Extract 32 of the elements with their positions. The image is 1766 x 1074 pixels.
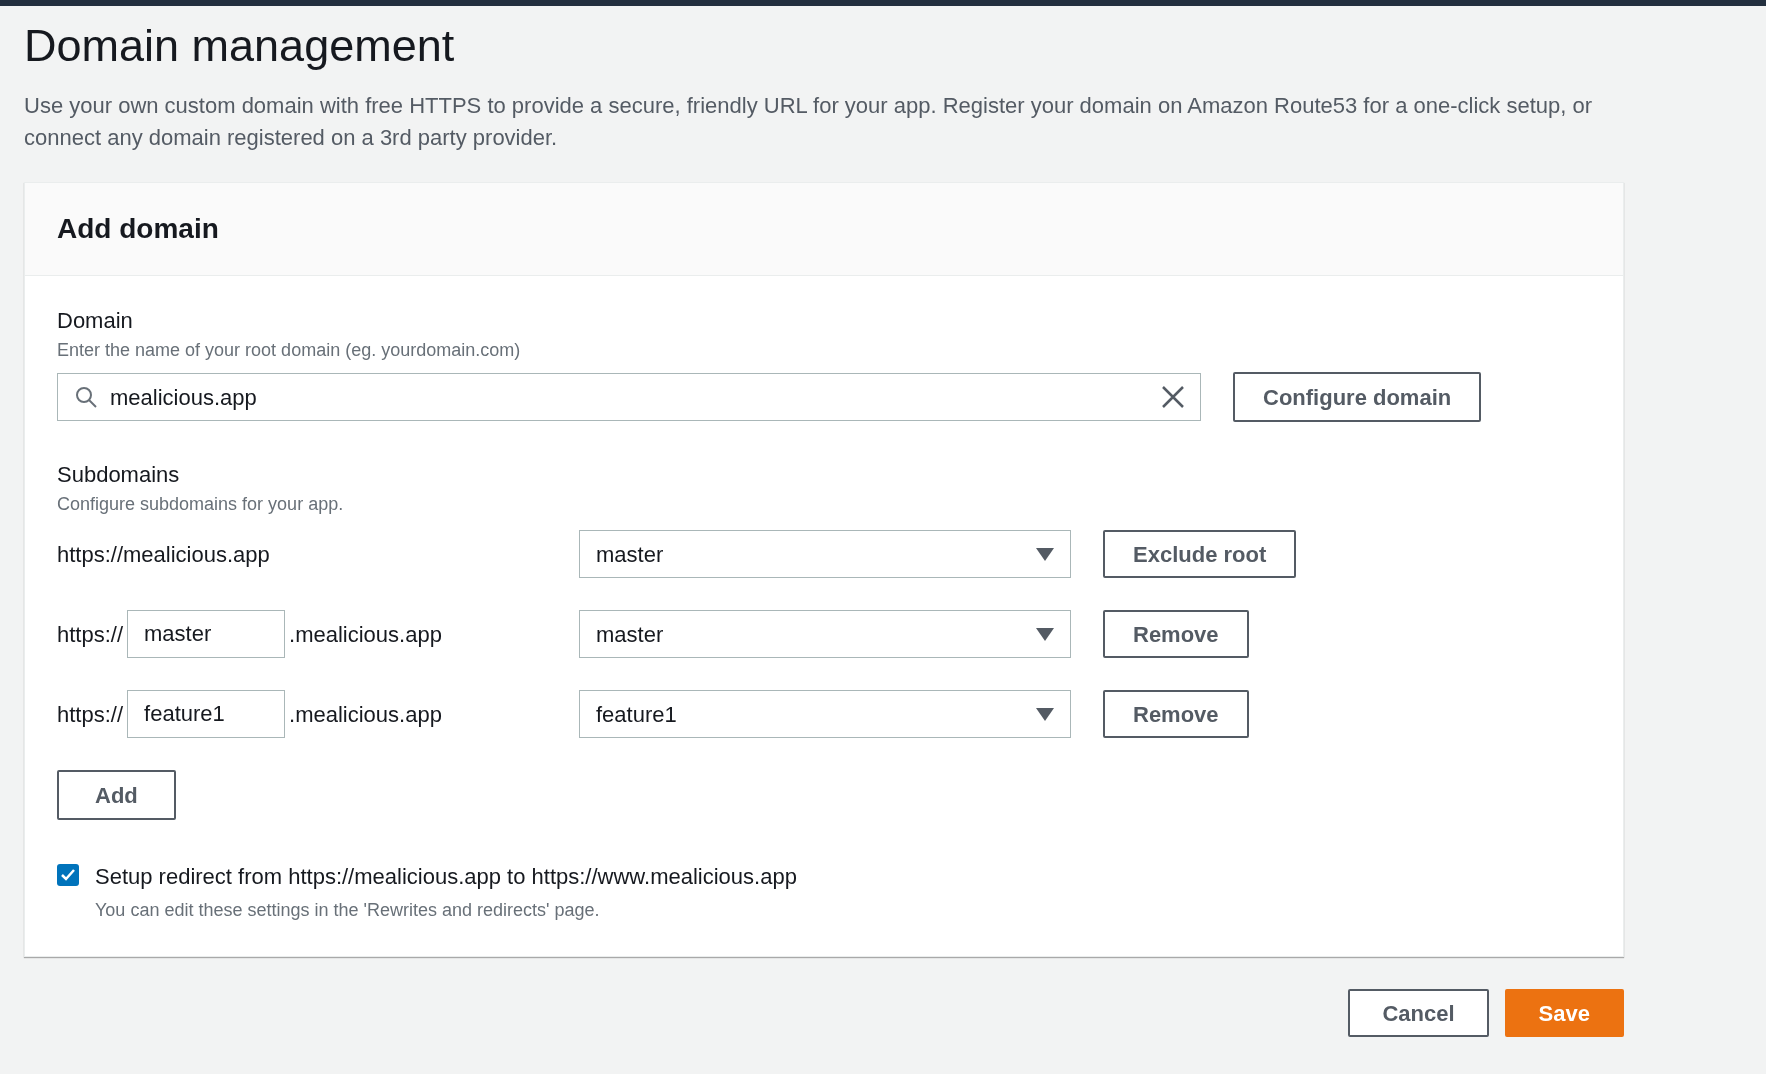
redirect-label: Setup redirect from https://mealicious.app to https://www.mealicious.app (95, 863, 797, 892)
configure-domain-button[interactable]: Configure domain (1233, 372, 1482, 423)
exclude-root-button[interactable]: Exclude root (1103, 530, 1297, 579)
branch-select[interactable]: master (579, 610, 1071, 659)
page-description: Use your own custom domain with free HTTPS to provide a secure, friendly URL for your app. Register your domain on Amazon Route53 for a one-click setup, or connect any domain registered on a 3rd party provider. (24, 92, 1594, 153)
root-url: https://mealicious.app (57, 540, 270, 569)
redirect-checkbox[interactable] (57, 864, 79, 887)
branch-select[interactable]: feature1 (579, 690, 1071, 739)
caret-icon (1036, 627, 1054, 641)
card-title: Add domain (57, 212, 219, 247)
url-prefix: https:// (57, 620, 124, 649)
cancel-button[interactable]: Cancel (1348, 989, 1489, 1038)
clear-icon[interactable] (1162, 386, 1184, 409)
remove-button[interactable]: Remove (1103, 690, 1249, 739)
url-prefix: https:// (57, 700, 124, 729)
url-suffix: .mealicious.app (289, 700, 442, 729)
page-title: Domain management (24, 19, 456, 73)
subdomains-hint: Configure subdomains for your app. (57, 493, 345, 517)
domain-label: Domain (57, 307, 134, 336)
caret-icon (1036, 707, 1054, 721)
remove-button[interactable]: Remove (1103, 610, 1249, 659)
branch-select[interactable]: master (579, 530, 1071, 579)
subdomains-label: Subdomains (57, 461, 181, 490)
caret-icon (1036, 547, 1054, 561)
subdomain-field[interactable]: feature1 (127, 690, 286, 739)
redirect-note: You can edit these settings in the 'Rewrites and redirects' page. (95, 899, 601, 923)
search-icon (74, 385, 98, 410)
domain-search-field[interactable]: mealicious.app (57, 373, 1201, 422)
domain-hint: Enter the name of your root domain (eg. yourdomain.com) (57, 339, 522, 363)
add-button[interactable]: Add (57, 770, 176, 821)
url-suffix: .mealicious.app (289, 620, 442, 649)
subdomain-field[interactable]: master (127, 610, 286, 659)
